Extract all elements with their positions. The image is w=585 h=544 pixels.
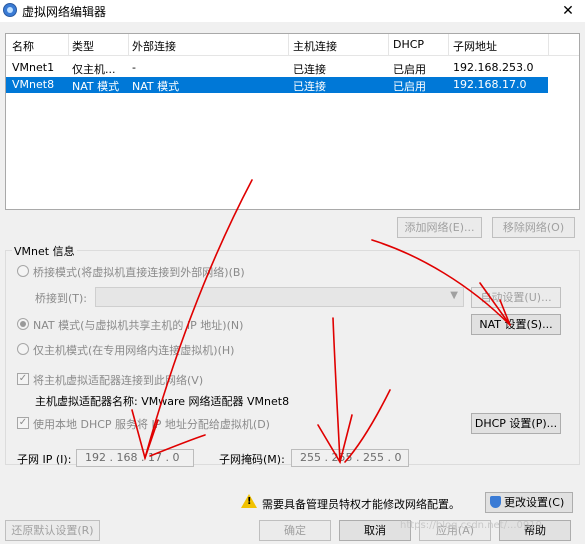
cell-subnet: 192.168.253.0 (453, 61, 534, 74)
cell-name: VMnet8 (12, 78, 55, 91)
close-button[interactable]: ✕ (551, 0, 585, 22)
ok-button[interactable]: 确定 (259, 520, 331, 541)
change-settings-label: 更改设置(C) (504, 496, 565, 509)
bridged-to-label: 桥接到(T): (35, 292, 88, 305)
connect-adapter-label: 将主机虚拟适配器连接到此网络(V) (33, 374, 204, 387)
restore-defaults-button[interactable]: 还原默认设置(R) (5, 520, 100, 541)
window-title: 虚拟网络编辑器 (22, 5, 107, 19)
dhcp-settings-button[interactable]: DHCP 设置(P)... (471, 413, 561, 434)
cell-type: NAT 模式 (72, 80, 120, 93)
nat-mode-label: NAT 模式(与虚拟机共享主机的 IP 地址)(N) (33, 319, 244, 332)
cell-external: - (132, 61, 136, 74)
bridged-mode-radio[interactable] (17, 265, 29, 277)
subnet-mask-input[interactable]: 255 . 255 . 255 . 0 (291, 449, 409, 467)
subnet-mask-label: 子网掩码(M): (219, 453, 285, 466)
cell-subnet: 192.168.17.0 (453, 78, 527, 91)
connect-adapter-checkbox[interactable]: ✓ (17, 373, 29, 385)
nat-settings-button[interactable]: NAT 设置(S)... (471, 314, 561, 335)
cell-host: 已连接 (293, 63, 326, 76)
remove-network-button[interactable]: 移除网络(O) (492, 217, 575, 238)
title-bar: 虚拟网络编辑器 ✕ (0, 0, 585, 22)
uac-shield-icon (490, 496, 501, 508)
chevron-down-icon: ▼ (450, 290, 458, 301)
table-row[interactable]: VMnet1 仅主机... - 已连接 已启用 192.168.253.0 (6, 60, 548, 76)
table-row-selected[interactable]: VMnet8 NAT 模式 NAT 模式 已连接 已启用 192.168.17.… (6, 77, 548, 93)
nat-mode-radio[interactable] (17, 318, 29, 330)
change-settings-button[interactable]: 更改设置(C) (485, 492, 573, 513)
vmnet-info-title: VMnet 信息 (12, 243, 77, 259)
adapter-name-label: 主机虚拟适配器名称: VMware 网络适配器 VMnet8 (35, 395, 290, 408)
table-header: 名称 类型 外部连接 主机连接 DHCP 子网地址 (6, 34, 579, 56)
column-header-subnet[interactable]: 子网地址 (453, 38, 497, 54)
use-dhcp-checkbox[interactable]: ✓ (17, 417, 29, 429)
subnet-ip-input[interactable]: 192 . 168 . 17 . 0 (76, 449, 194, 467)
host-only-mode-radio[interactable] (17, 343, 29, 355)
network-globe-icon (3, 3, 17, 17)
cell-type: 仅主机... (72, 63, 116, 76)
bridged-mode-label: 桥接模式(将虚拟机直接连接到外部网络)(B) (33, 266, 245, 279)
cell-host: 已连接 (293, 80, 326, 93)
warning-exclamation: ! (247, 496, 252, 507)
add-network-button[interactable]: 添加网络(E)... (397, 217, 482, 238)
warning-text: 需要具备管理员特权才能修改网络配置。 (262, 498, 460, 511)
use-dhcp-label: 使用本地 DHCP 服务将 IP 地址分配给虚拟机(D) (33, 418, 270, 431)
auto-settings-button[interactable]: 自动设置(U)... (471, 287, 561, 308)
watermark-text: https://blog.csdn.net/...0919 (400, 520, 542, 531)
cell-dhcp: 已启用 (393, 80, 426, 93)
cell-name: VMnet1 (12, 61, 55, 74)
column-header-type[interactable]: 类型 (72, 38, 94, 54)
column-header-name[interactable]: 名称 (12, 38, 34, 54)
cell-external: NAT 模式 (132, 80, 180, 93)
column-header-external[interactable]: 外部连接 (132, 38, 176, 54)
network-table[interactable]: 名称 类型 外部连接 主机连接 DHCP 子网地址 VMnet1 仅主机... … (5, 33, 580, 210)
host-only-mode-label: 仅主机模式(在专用网络内连接虚拟机)(H) (33, 344, 235, 357)
column-header-dhcp[interactable]: DHCP (393, 38, 424, 51)
cell-dhcp: 已启用 (393, 63, 426, 76)
bridged-to-dropdown[interactable]: ▼ (95, 287, 464, 307)
column-header-host[interactable]: 主机连接 (293, 38, 337, 54)
subnet-ip-label: 子网 IP (I): (17, 453, 72, 466)
